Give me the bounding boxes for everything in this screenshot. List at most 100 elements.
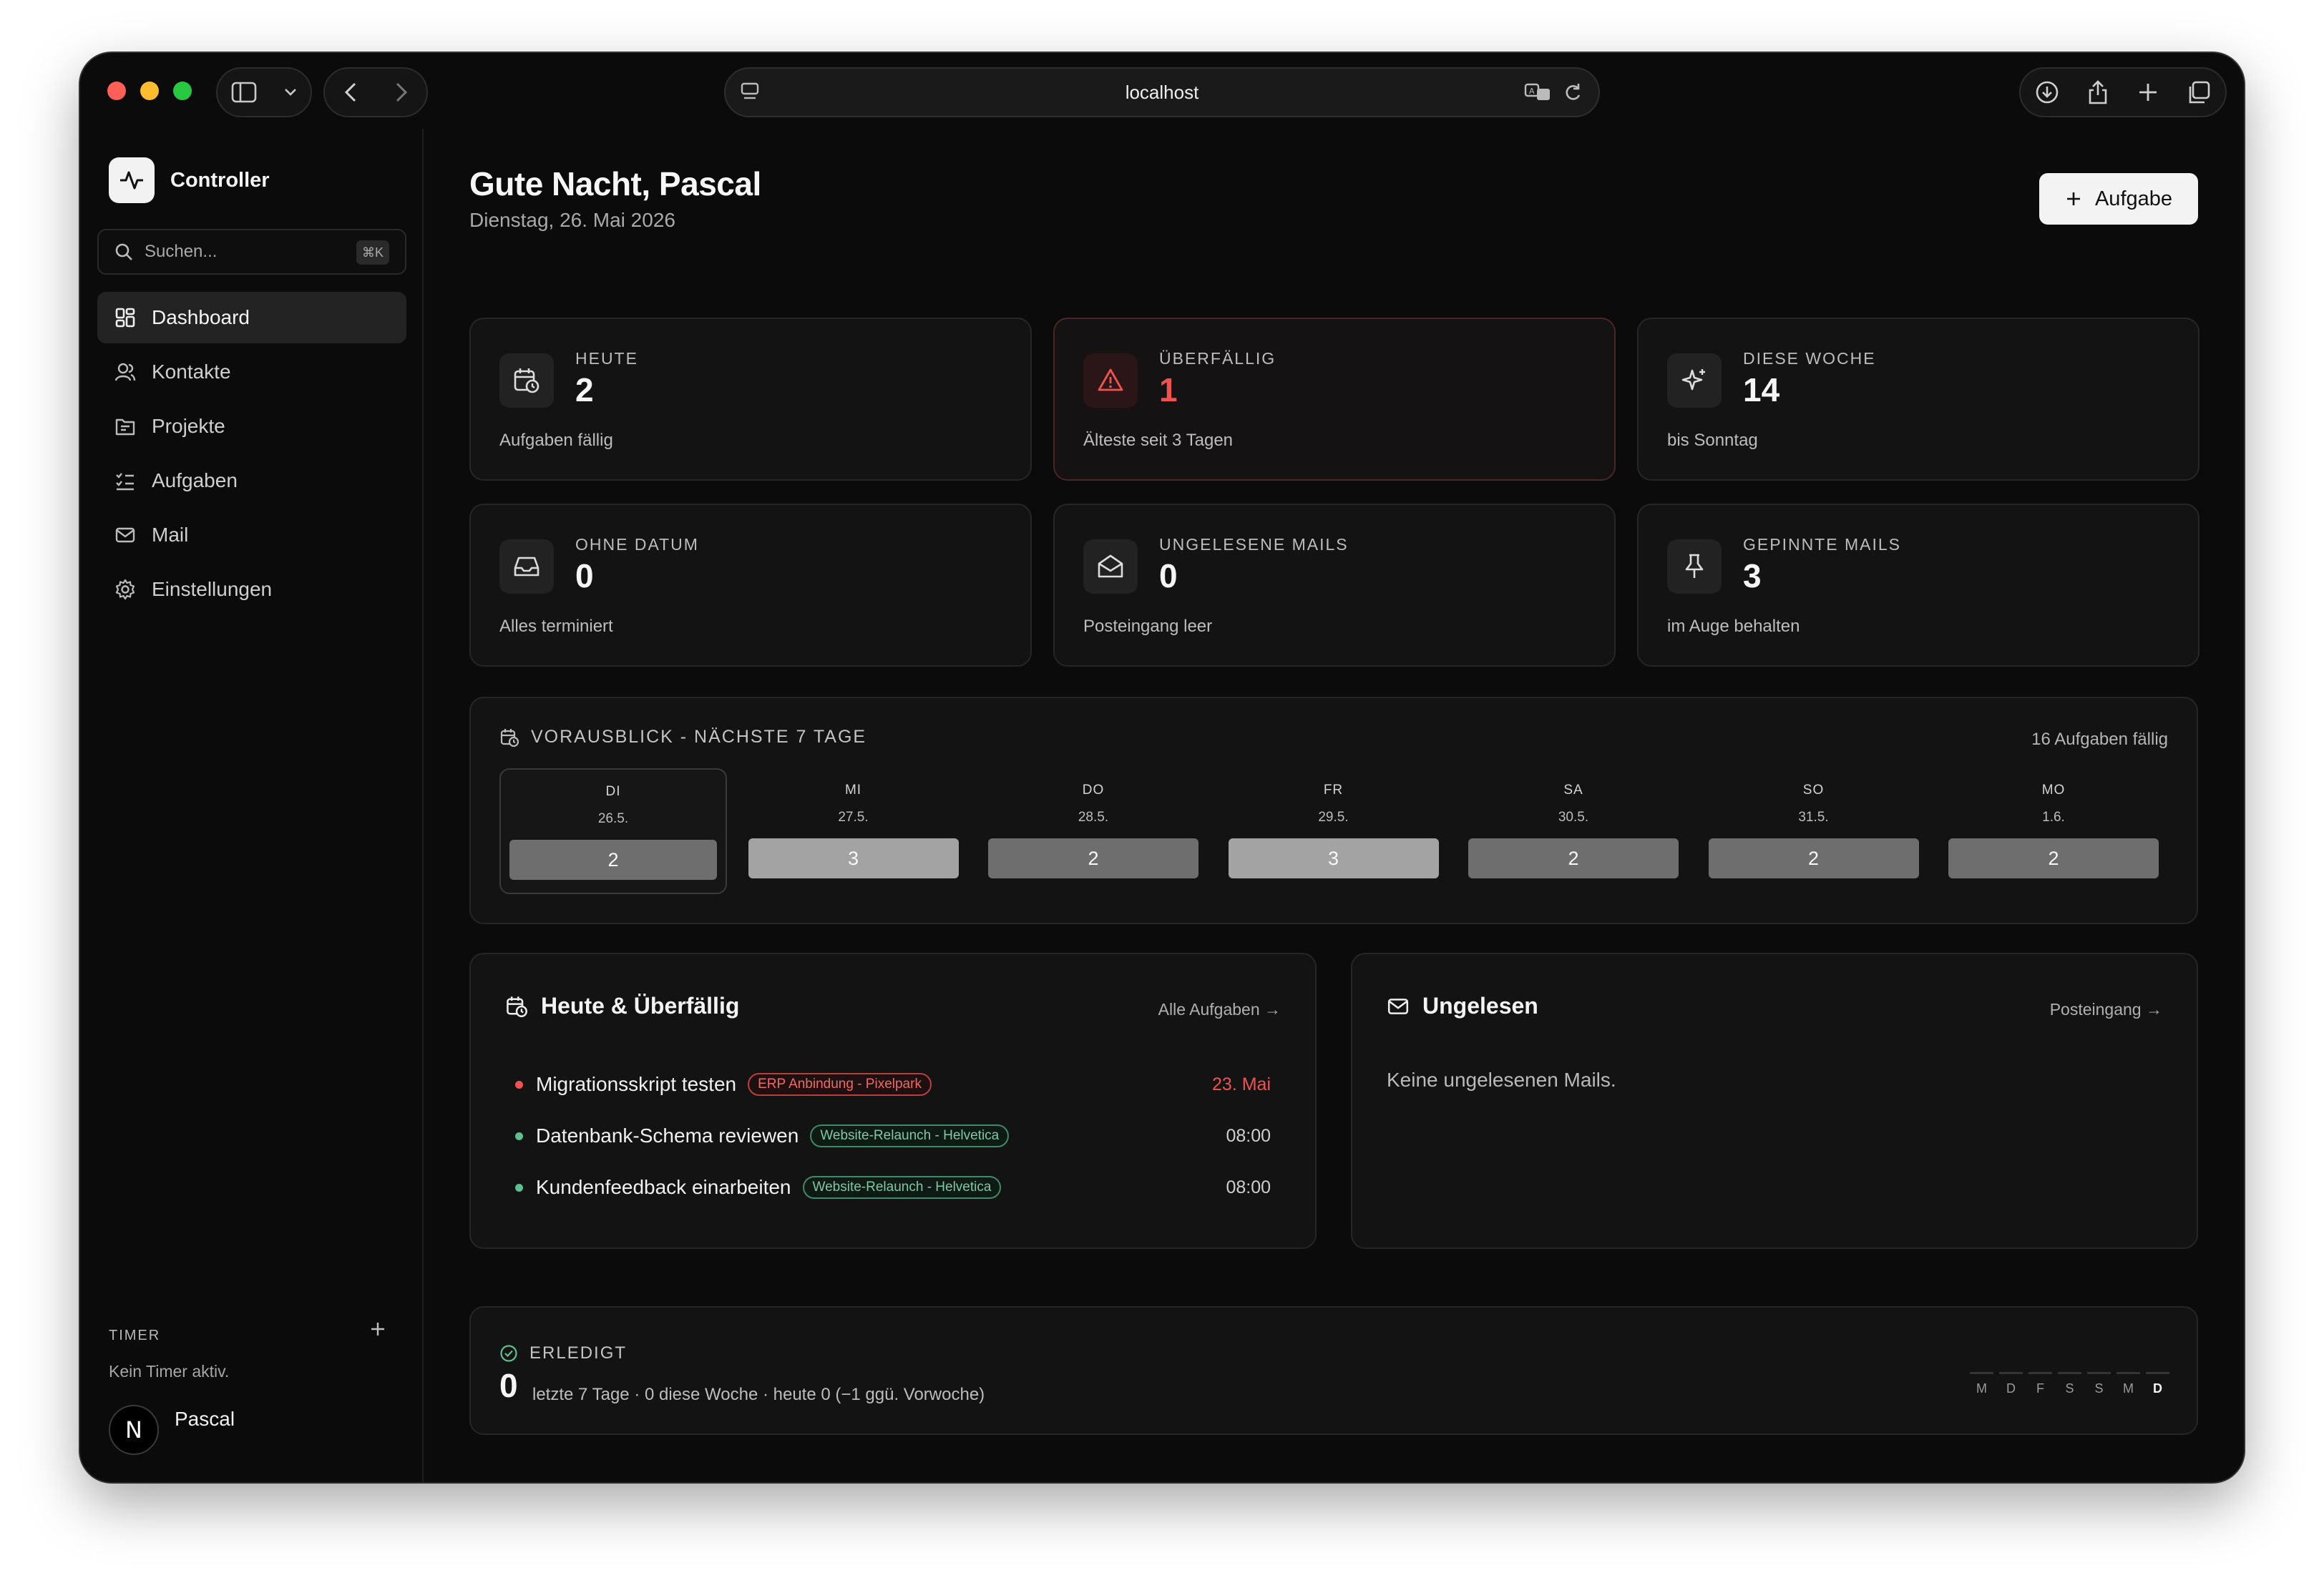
day-date: 29.5. — [1318, 810, 1349, 825]
stat-card-diese-woche[interactable]: DIESE WOCHE 14 bis Sonntag — [1637, 318, 2200, 481]
add-timer-button[interactable] — [369, 1320, 386, 1338]
stat-card-ohne-datum[interactable]: OHNE DATUM 0 Alles terminiert — [469, 504, 1032, 667]
outlook-day-sa[interactable]: SA 30.5. 2 — [1460, 768, 1687, 894]
search-shortcut-badge: ⌘K — [356, 240, 389, 265]
browser-window: localhost A Controller Suchen... ⌘K Dash… — [80, 53, 2244, 1482]
task-status-dot — [515, 1132, 523, 1140]
forward-icon[interactable] — [394, 82, 409, 103]
stat-card-ueberfaellig[interactable]: ÜBERFÄLLIG 1 Älteste seit 3 Tagen — [1053, 318, 1616, 481]
tab-overview-icon[interactable] — [2187, 80, 2211, 104]
sidebar-item-projekte[interactable]: Projekte — [97, 401, 406, 452]
task-row[interactable]: Kundenfeedback einarbeiten Website-Relau… — [515, 1173, 1271, 1202]
close-window-button[interactable] — [107, 82, 126, 100]
task-row[interactable]: Migrationsskript testen ERP Anbindung - … — [515, 1070, 1271, 1099]
outlook-title-text: VORAUSBLICK - NÄCHSTE 7 TAGE — [531, 727, 867, 747]
reload-icon[interactable] — [1563, 82, 1583, 103]
user-profile[interactable]: N Pascal — [109, 1405, 235, 1455]
unread-panel: Ungelesen Posteingang → Keine ungelesene… — [1351, 953, 2198, 1249]
outlook-day-so[interactable]: SO 31.5. 2 — [1700, 768, 1928, 894]
outlook-day-mo[interactable]: MO 1.6. 2 — [1940, 768, 2167, 894]
day-name: SO — [1802, 783, 1825, 798]
share-icon[interactable] — [2087, 79, 2109, 105]
plus-icon — [371, 1323, 384, 1335]
inbox-icon — [499, 539, 554, 594]
translate-icon[interactable]: A — [1524, 82, 1553, 103]
stat-value: 3 — [1743, 557, 1762, 594]
all-tasks-link[interactable]: Alle Aufgaben → — [1158, 1000, 1281, 1019]
task-row[interactable]: Datenbank-Schema reviewen Website-Relaun… — [515, 1122, 1271, 1150]
mail-icon — [1387, 998, 1409, 1014]
spark-day-label: S — [2094, 1381, 2104, 1396]
page-menu-icon[interactable] — [740, 82, 760, 103]
sidebar-item-aufgaben[interactable]: Aufgaben — [97, 455, 406, 506]
spark-day: S — [2087, 1372, 2111, 1396]
day-date: 26.5. — [597, 811, 629, 826]
day-date: 30.5. — [1558, 810, 1589, 825]
page-title: Gute Nacht, Pascal — [469, 165, 761, 202]
spark-day: F — [2028, 1372, 2052, 1396]
back-icon[interactable] — [343, 82, 358, 103]
brand[interactable]: Controller — [109, 157, 270, 203]
outlook-count: 16 Aufgaben fällig — [2031, 730, 2168, 749]
day-task-count-bar: 3 — [1228, 838, 1439, 878]
sidebar-item-label: Mail — [152, 524, 189, 546]
day-task-count-bar: 2 — [1948, 838, 2159, 878]
settings-icon — [115, 579, 135, 600]
done-title: ERLEDIGT — [499, 1343, 627, 1363]
calendar-clock-icon — [507, 996, 527, 1017]
task-project-tag[interactable]: Website-Relaunch - Helvetica — [802, 1176, 1002, 1199]
check-circle-icon — [500, 1345, 517, 1362]
address-bar[interactable]: localhost A — [724, 67, 1600, 117]
history-navigation — [323, 67, 428, 117]
zoom-window-button[interactable] — [173, 82, 192, 100]
sidebar-toggle-button[interactable] — [216, 67, 312, 117]
stat-card-ungelesene-mails[interactable]: UNGELESENE MAILS 0 Posteingang leer — [1053, 504, 1616, 667]
browser-actions — [2019, 67, 2227, 117]
spark-day-label: M — [1976, 1381, 1987, 1396]
day-date: 1.6. — [2042, 810, 2065, 825]
spark-day-label: D — [2006, 1381, 2016, 1396]
stat-label: ÜBERFÄLLIG — [1159, 349, 1276, 368]
spark-day: S — [2058, 1372, 2081, 1396]
stat-label: UNGELESENE MAILS — [1159, 535, 1349, 554]
stat-card-heute[interactable]: HEUTE 2 Aufgaben fällig — [469, 318, 1032, 481]
stat-label: DIESE WOCHE — [1743, 349, 1876, 368]
spark-day-label: F — [2036, 1381, 2044, 1396]
add-task-button[interactable]: Aufgabe — [2039, 173, 2198, 225]
outlook-card: VORAUSBLICK - NÄCHSTE 7 TAGE 16 Aufgaben… — [469, 697, 2198, 924]
search-input[interactable]: Suchen... ⌘K — [97, 229, 406, 275]
task-status-dot — [515, 1183, 523, 1192]
sidebar-item-kontakte[interactable]: Kontakte — [97, 346, 406, 398]
svg-text:A: A — [1529, 87, 1535, 96]
task-status-dot — [515, 1080, 523, 1089]
spark-day: D — [1999, 1372, 2023, 1396]
inbox-link[interactable]: Posteingang → — [2050, 1000, 2162, 1019]
outlook-day-mi[interactable]: MI 27.5. 3 — [740, 768, 967, 894]
sidebar-nav: Dashboard Kontakte Projekte Aufgaben Mai… — [97, 292, 406, 618]
outlook-day-di[interactable]: DI 26.5. 2 — [499, 768, 727, 894]
stat-card-gepinnte-mails[interactable]: GEPINNTE MAILS 3 im Auge behalten — [1637, 504, 2200, 667]
sidebar-item-mail[interactable]: Mail — [97, 509, 406, 561]
stat-value: 1 — [1159, 371, 1178, 408]
task-project-tag[interactable]: Website-Relaunch - Helvetica — [810, 1124, 1010, 1147]
task-project-tag[interactable]: ERP Anbindung - Pixelpark — [748, 1073, 932, 1096]
projects-icon — [115, 418, 135, 436]
download-icon[interactable] — [2035, 80, 2059, 104]
done-title-text: ERLEDIGT — [529, 1343, 628, 1363]
timer-status: Kein Timer aktiv. — [109, 1362, 230, 1381]
calendar-clock-icon — [500, 728, 519, 747]
sidebar-item-label: Dashboard — [152, 306, 250, 328]
outlook-day-fr[interactable]: FR 29.5. 3 — [1220, 768, 1447, 894]
search-placeholder: Suchen... — [145, 242, 218, 261]
outlook-day-do[interactable]: DO 28.5. 2 — [980, 768, 1207, 894]
done-value: 0 — [499, 1367, 518, 1404]
sidebar-item-dashboard[interactable]: Dashboard — [97, 292, 406, 343]
sidebar-item-einstellungen[interactable]: Einstellungen — [97, 564, 406, 615]
day-date: 31.5. — [1798, 810, 1829, 825]
minimize-window-button[interactable] — [140, 82, 159, 100]
day-name: DO — [1082, 783, 1105, 798]
new-tab-icon[interactable] — [2137, 82, 2159, 103]
add-task-label: Aufgabe — [2094, 187, 2173, 210]
today-overdue-panel: Heute & Überfällig Alle Aufgaben → Migra… — [469, 953, 1317, 1249]
spark-bar — [2116, 1372, 2140, 1374]
